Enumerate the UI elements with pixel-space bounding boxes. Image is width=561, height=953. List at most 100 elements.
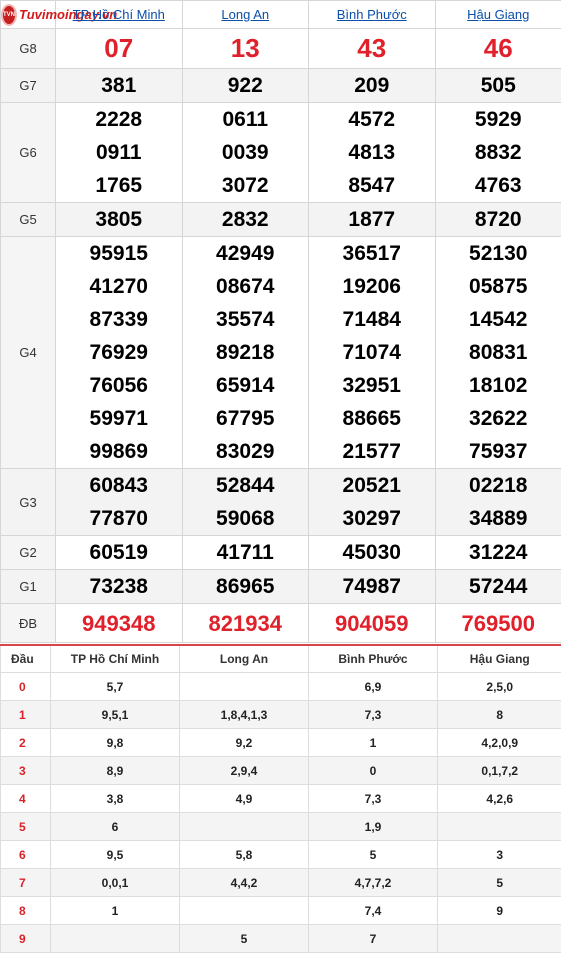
head-digit: 1 [0,700,51,729]
head-digit-header: Đầu [0,645,51,673]
prize-number: 949348 [82,610,156,636]
tail-digits: 4,4,2 [179,868,309,897]
prize-cell: 41711 [181,535,309,570]
head-digit: 7 [0,868,51,897]
prize-cell: 8720 [434,202,561,237]
prize-number: 05875 [469,275,528,298]
prize-number: 74987 [342,575,401,598]
prize-cell: 73238 [55,569,183,604]
prize-number: 52130 [469,242,528,265]
province-link[interactable]: TP Hồ Chí Minh [73,7,165,22]
head-digit: 5 [0,812,51,841]
prize-row: G3 60843 77870 52844 59068 20521 30297 02218 348… [0,468,561,536]
prize-number: 19206 [342,275,401,298]
prize-cell: 31224 [434,535,561,570]
tail-digits: 3,8 [50,784,180,813]
prize-number: 8547 [348,174,396,197]
tail-digits [179,896,309,925]
prize-cell: 381 [55,68,183,103]
prize-cell: 36517 19206 71484 71074 32951 88665 21577 [308,236,436,469]
tail-digits: 7,4 [308,896,438,925]
prize-number: 41711 [216,541,274,564]
prize-number: 86965 [216,575,275,598]
prize-number: 71484 [342,308,401,331]
logo-icon: TVN [1,3,17,26]
tail-digits: 8 [437,700,561,729]
tail-digits: 0 [308,756,438,785]
prize-label: G2 [0,535,56,570]
loto-row: 9 57 [0,924,561,953]
province-link[interactable]: Long An [221,7,269,22]
prize-number: 922 [227,74,263,97]
prize-label: G8 [0,28,56,69]
province-header[interactable]: TP Hồ Chí Minh [55,0,183,29]
tail-digits: 0,0,1 [50,868,180,897]
tail-digits: 4,2,0,9 [437,728,561,757]
prize-cell: 57244 [434,569,561,604]
prize-cell: 4572 4813 8547 [308,102,436,203]
prize-label: G1 [0,569,56,604]
prize-number: 4813 [348,141,396,164]
prize-cell: 60519 [55,535,183,570]
prize-row: G5 3805 2832 1877 8720 [0,202,561,237]
prize-cell: 922 [181,68,309,103]
prize-number: 65914 [216,374,275,397]
province-header[interactable]: Bình Phước [308,0,436,29]
prize-number: 505 [480,74,516,97]
prize-cell: 46 [434,28,561,69]
prize-number: 18102 [469,374,528,397]
head-digit: 6 [0,840,51,869]
tail-digits [50,924,180,953]
head-digit: 9 [0,924,51,953]
prize-number: 02218 [469,474,528,497]
prize-cell: 52844 59068 [181,468,309,536]
prize-number: 45030 [342,541,401,564]
prize-number: 59068 [216,507,275,530]
tail-digits: 9,8 [50,728,180,757]
tail-digits: 4,7,7,2 [308,868,438,897]
tail-digits: 9,5,1 [50,700,180,729]
prize-cell: 95915 41270 87339 76929 76056 59971 99869 [55,236,183,469]
prize-row: ĐB 949348 821934 904059 769500 [0,603,561,643]
tail-digits: 3 [437,840,561,869]
tail-digits: 4,9 [179,784,309,813]
prize-cell: 3805 [55,202,183,237]
prize-number: 41270 [89,275,148,298]
head-digit: 3 [0,756,51,785]
prize-label: G6 [0,102,56,203]
prize-cell: 42949 08674 35574 89218 65914 67795 83029 [181,236,309,469]
prize-number: 0611 [222,108,269,131]
prize-number: 5929 [474,108,522,131]
prize-number: 30297 [342,507,401,530]
prize-number: 209 [354,74,390,97]
stats-column-header: TP Hồ Chí Minh [50,645,180,673]
province-link[interactable]: Hậu Giang [467,7,529,22]
prize-label: G3 [0,468,56,536]
province-header[interactable]: Hậu Giang [434,0,561,29]
prize-number: 87339 [89,308,148,331]
prize-cell: 505 [434,68,561,103]
prize-number: 769500 [461,610,535,636]
prize-cell: 13 [181,28,309,69]
prize-label: G5 [0,202,56,237]
tail-digits: 7,3 [308,700,438,729]
province-header[interactable]: Long An [181,0,309,29]
prize-cell: 2228 0911 1765 [55,102,183,203]
province-link[interactable]: Bình Phước [337,7,407,22]
results-table: TVN Tuvimoingay.vn TP Hồ Chí Minh Long A… [0,0,561,643]
prize-number: 36517 [342,242,401,265]
logo[interactable]: TVN Tuvimoingay.vn [0,0,117,29]
loto-row: 5 6 1,9 [0,812,561,841]
tail-digits [437,924,561,953]
prize-number: 73238 [89,575,148,598]
tail-digits: 2,9,4 [179,756,309,785]
tail-digits: 2,5,0 [437,672,561,701]
prize-number: 2832 [221,208,269,231]
prize-number: 31224 [469,541,528,564]
prize-row: G6 2228 0911 1765 0611 0039 3072 4572 4813 8547 59… [0,102,561,203]
prize-cell: 43 [308,28,436,69]
prize-cell: 904059 [308,603,436,643]
prize-number: 99869 [89,440,148,463]
prize-cell: 0611 0039 3072 [181,102,309,203]
tail-digits: 6 [50,812,180,841]
